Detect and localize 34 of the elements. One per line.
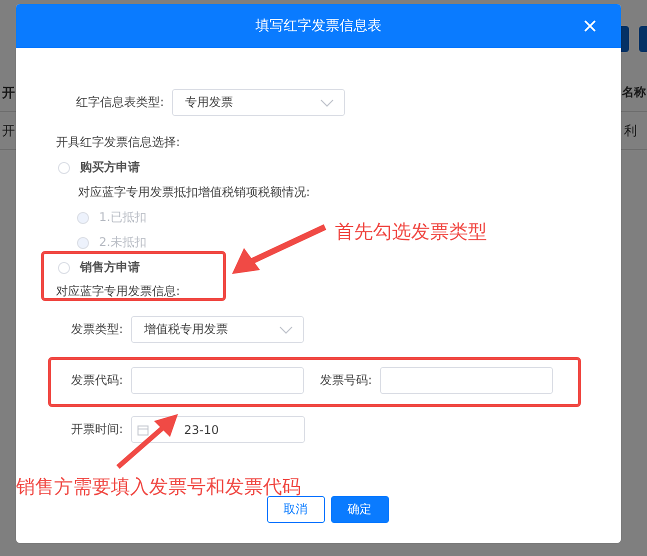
calendar-icon: [137, 424, 149, 436]
chevron-down-icon: [320, 98, 334, 108]
field-label: 开票时间:: [70, 421, 124, 438]
date-field[interactable]: 23-10: [131, 416, 305, 443]
column-header: 开: [1, 84, 16, 102]
input-field[interactable]: [131, 367, 304, 394]
table-cell-text: 利: [623, 122, 638, 140]
confirm-button[interactable]: 确定: [330, 496, 388, 523]
section-label: 开具红字发票信息选择:: [56, 134, 182, 151]
field-label: 发票号码:: [318, 372, 373, 389]
field-label: 发票代码:: [70, 372, 124, 389]
dialog-title: 填写红字发票信息表: [256, 17, 382, 35]
radio-button[interactable]: [58, 262, 70, 274]
select-field[interactable]: 专用发票: [172, 89, 345, 116]
option-note: 对应蓝字专用发票信息:: [56, 283, 182, 300]
annotation-text: 首先勾选发票类型: [335, 220, 487, 245]
radio-button[interactable]: [58, 162, 70, 174]
close-icon: [583, 19, 597, 33]
select-field[interactable]: 增值税专用发票: [131, 316, 304, 343]
column-header: 名称: [622, 84, 647, 101]
field-label: 红字信息表类型:: [74, 94, 165, 111]
chevron-down-icon: [279, 324, 293, 334]
option-note: 对应蓝字专用发票抵扣增值税销项税额情况:: [78, 184, 312, 201]
cancel-button[interactable]: 取消: [266, 496, 324, 523]
table-cell-text: 开: [1, 122, 16, 140]
select-value: 专用发票: [185, 94, 233, 111]
date-value: 23-10: [184, 422, 219, 436]
radio-label: 1.已抵扣: [99, 209, 146, 226]
field-label: 发票类型:: [70, 321, 124, 338]
select-value: 增值税专用发票: [144, 321, 228, 338]
input-field[interactable]: [380, 367, 553, 394]
radio-label: 2.未抵扣: [99, 234, 146, 251]
radio-label: 购买方申请: [80, 159, 140, 176]
radio-label: 销售方申请: [80, 259, 140, 276]
